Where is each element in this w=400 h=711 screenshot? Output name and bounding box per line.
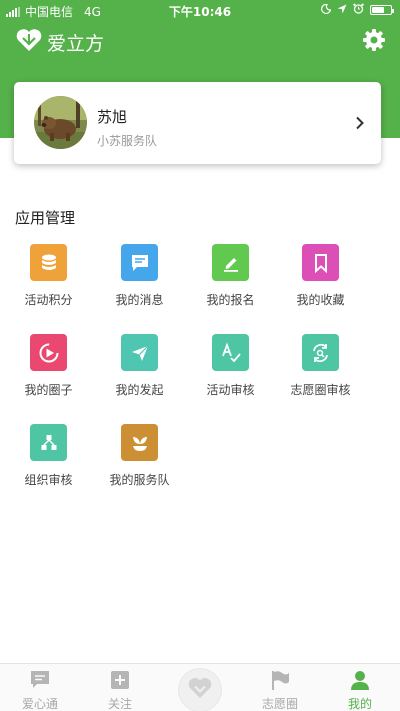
tab-label: 志愿圈: [261, 697, 298, 711]
edit-icon: [212, 244, 249, 281]
bookmark-icon: [302, 244, 339, 281]
tab-aixintong[interactable]: 爱心通: [0, 664, 80, 711]
section-title: 应用管理: [15, 209, 76, 227]
app-label: 我的圈子: [24, 383, 73, 397]
tab-volunteer-circle[interactable]: 志愿圈: [240, 664, 320, 711]
battery-icon: [370, 5, 394, 15]
tab-center-heart[interactable]: [178, 668, 222, 711]
tab-follow[interactable]: 关注: [80, 664, 160, 711]
app-my-service-team[interactable]: 我的服务队: [91, 424, 191, 504]
app-label: 我的发起: [115, 383, 164, 397]
heart-center-icon: [188, 677, 212, 703]
person-icon: [349, 669, 371, 691]
app-label: 活动审核: [206, 383, 255, 397]
app-organization-review[interactable]: 组织审核: [0, 424, 100, 504]
tab-label: 关注: [107, 697, 132, 711]
spellcheck-icon: [212, 334, 249, 371]
app-header: 爱立方: [0, 22, 400, 62]
app-label: 活动积分: [24, 293, 73, 307]
app-my-messages[interactable]: 我的消息: [91, 244, 191, 324]
app-label: 志愿圈审核: [290, 383, 351, 397]
chat-icon: [29, 669, 51, 691]
tab-label: 我的: [347, 697, 372, 711]
app-label: 我的消息: [115, 293, 164, 307]
gear-icon: [362, 29, 386, 56]
app-my-favorites[interactable]: 我的收藏: [272, 244, 372, 324]
sprout-icon: [121, 424, 158, 461]
tab-mine[interactable]: 我的: [320, 664, 400, 711]
app-label: 我的报名: [206, 293, 255, 307]
heart-logo-icon: [16, 28, 42, 56]
paper-plane-icon: [121, 334, 158, 371]
plus-square-icon: [109, 669, 131, 691]
database-icon: [30, 244, 67, 281]
alarm-icon: [353, 3, 364, 17]
app-title: 爱立方: [47, 32, 105, 55]
app-logo: 爱立方: [16, 28, 104, 56]
app-activity-review[interactable]: 活动审核: [182, 334, 282, 414]
app-label: 组织审核: [24, 473, 73, 487]
moon-icon: [321, 3, 332, 17]
profile-name: 苏旭: [97, 108, 128, 126]
play-circle-icon: [30, 334, 67, 371]
chevron-right-icon[interactable]: [355, 115, 365, 130]
app-my-circles[interactable]: 我的圈子: [0, 334, 100, 414]
app-label: 我的服务队: [109, 473, 170, 487]
settings-button[interactable]: [362, 28, 386, 52]
flag-icon: [269, 669, 291, 691]
organization-icon: [30, 424, 67, 461]
tab-label: 爱心通: [21, 697, 58, 711]
profile-team: 小苏服务队: [97, 134, 158, 148]
refresh-search-icon: [302, 334, 339, 371]
avatar[interactable]: [34, 96, 87, 149]
app-my-initiated[interactable]: 我的发起: [91, 334, 191, 414]
message-icon: [121, 244, 158, 281]
location-icon: [337, 3, 347, 17]
app-label: 我的收藏: [296, 293, 345, 307]
app-my-registrations[interactable]: 我的报名: [182, 244, 282, 324]
status-bar: 中国电信 4G 下午10:46: [0, 0, 400, 20]
profile-card[interactable]: 苏旭 小苏服务队: [14, 82, 381, 164]
app-volunteer-circle-review[interactable]: 志愿圈审核: [272, 334, 372, 414]
app-activity-points[interactable]: 活动积分: [0, 244, 100, 324]
